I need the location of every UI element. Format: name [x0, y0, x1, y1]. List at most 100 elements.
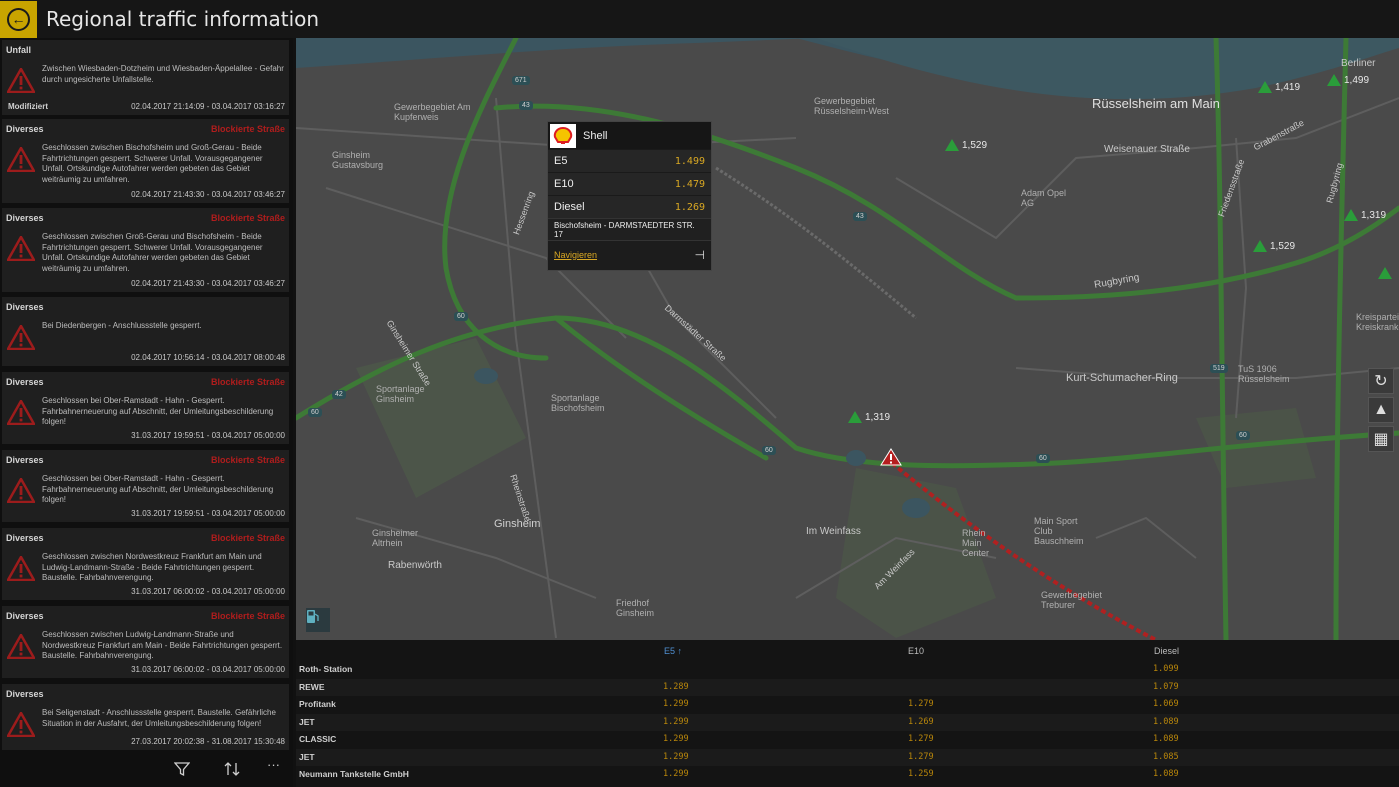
fuel-station-icon: [1378, 267, 1392, 279]
warning-icon: [7, 556, 35, 581]
fuel-station-icon: [1344, 209, 1358, 221]
incident-card[interactable]: Diverses Bei Seligenstadt - Anschlussste…: [2, 684, 289, 750]
map-label-sportanlage-bischofsheim: Sportanlage Bischofsheim: [551, 393, 605, 413]
incident-card[interactable]: Diverses Blockierte Straße Geschlossen z…: [2, 208, 289, 292]
price-e10: 1.269: [908, 716, 934, 727]
fuel-price-marker[interactable]: 1,529: [1253, 240, 1295, 252]
north-button[interactable]: ▲: [1368, 397, 1394, 423]
fuel-price-marker[interactable]: 1,419: [1258, 81, 1300, 93]
incident-description: Geschlossen zwischen Ludwig-Landmann-Str…: [42, 630, 283, 660]
station-popup[interactable]: Shell E5 1.499 E10 1.479 Diesel 1.269 Bisch…: [547, 121, 712, 271]
map-label-adam-opel: Adam Opel AG: [1021, 188, 1067, 208]
layers-button[interactable]: ▦: [1368, 426, 1394, 452]
fuel-price: 1.499: [674, 155, 705, 167]
price-e5: 1.299: [663, 751, 689, 762]
map-label-gewerbe-top: Gewerbegebiet Am Kupferweis: [394, 102, 471, 122]
fuel-station-icon: [1258, 81, 1272, 93]
price-e5: 1.299: [663, 699, 689, 709]
fuel-price: 1,319: [1361, 209, 1387, 221]
refresh-button[interactable]: ↻: [1368, 368, 1394, 394]
incident-category: Diverses: [6, 533, 44, 543]
incident-list[interactable]: Unfall Zwischen Wiesbaden-Dotzheim und W…: [0, 38, 293, 787]
popup-footer: Navigieren ⊣: [548, 240, 711, 268]
incident-category: Diverses: [6, 455, 44, 465]
popup-price-row: Diesel 1.269: [548, 195, 711, 218]
incident-category: Diverses: [6, 124, 44, 134]
refresh-icon: ↻: [1374, 373, 1388, 390]
table-row[interactable]: Roth- Station 1.099: [296, 661, 1399, 679]
price-diesel: 1.069: [1153, 699, 1179, 709]
incident-card[interactable]: Unfall Zwischen Wiesbaden-Dotzheim und W…: [2, 40, 289, 115]
incident-time: 27.03.2017 20:02:38 - 31.08.2017 15:30:4…: [131, 737, 285, 746]
map-label-tus: TuS 1906 Rüsselsheim: [1238, 364, 1290, 384]
price-diesel: 1.079: [1153, 681, 1179, 692]
incident-card[interactable]: Diverses Blockierte Straße Geschlossen b…: [2, 372, 289, 444]
navigate-link[interactable]: Navigieren: [554, 250, 597, 260]
fuel-price-marker[interactable]: 1,319: [848, 411, 890, 423]
fuel-price: 1.269: [674, 201, 705, 213]
map-label-altrhein: Ginsheimer Altrhein: [372, 528, 419, 548]
table-row[interactable]: JET 1.299 1.279 1.085: [296, 748, 1399, 766]
incident-time: 02.04.2017 10:56:14 - 03.04.2017 08:00:4…: [131, 353, 285, 362]
price-diesel: 1.099: [1153, 664, 1179, 674]
map-canvas: [296, 38, 1399, 640]
fuel-station-icon: [307, 610, 319, 623]
page-title: Regional traffic information: [46, 7, 320, 31]
table-row[interactable]: Neumann Tankstelle GmbH 1.299 1.259 1.08…: [296, 766, 1399, 784]
fuel-price: 1,319: [865, 411, 891, 423]
fuel-toggle-button[interactable]: [306, 608, 330, 632]
incident-status: Blockierte Straße: [210, 455, 285, 465]
filter-icon[interactable]: [174, 761, 190, 777]
incident-modified: Modifiziert: [8, 102, 48, 111]
table-row[interactable]: REWE 1.289 1.079: [296, 678, 1399, 696]
warning-icon: [7, 325, 35, 350]
warning-icon: [7, 712, 35, 737]
incident-marker-icon[interactable]: [880, 448, 902, 466]
warning-icon: [7, 236, 35, 261]
incident-status: Blockierte Straße: [210, 611, 285, 621]
map-label-sportanlage-ginsheim: Sportanlage Ginsheim: [376, 384, 425, 404]
map-label-kreis: Kreisparteisamt Kreiskrankenhaus: [1356, 312, 1399, 332]
fuel-price-marker[interactable]: 1,319: [1344, 209, 1386, 221]
popup-address: Bischofsheim - DARMSTAEDTER STR. 17: [548, 218, 711, 240]
price-e5: 1.299: [663, 769, 689, 779]
column-header-e5[interactable]: E5 ↑: [664, 646, 682, 656]
map-label-main-sport: Main Sport Club Bauschheim: [1034, 516, 1084, 546]
warning-icon: [7, 68, 35, 93]
incident-category: Diverses: [6, 689, 44, 699]
route-shield: 43: [853, 212, 867, 221]
incident-status: Blockierte Straße: [210, 124, 285, 134]
sort-icon[interactable]: [224, 761, 240, 777]
incident-card[interactable]: Diverses Blockierte Straße Geschlossen z…: [2, 528, 289, 600]
route-shield: 43: [519, 101, 533, 110]
column-header-e10[interactable]: E10: [908, 646, 924, 656]
fuel-price-marker[interactable]: 1,529: [945, 139, 987, 151]
incident-card[interactable]: Diverses Blockierte Straße Geschlossen z…: [2, 119, 289, 203]
fuel-price-marker[interactable]: 1,499: [1327, 74, 1369, 86]
incident-status: Blockierte Straße: [210, 213, 285, 223]
popup-price-row: E10 1.479: [548, 172, 711, 195]
route-shield: 60: [1036, 454, 1050, 463]
fuel-price-marker[interactable]: [1378, 267, 1392, 279]
back-button[interactable]: ←: [0, 0, 37, 38]
incident-description: Bei Seligenstadt - Anschlussstelle gespe…: [42, 708, 276, 728]
incident-card[interactable]: Diverses Bei Diedenbergen - Anschlussste…: [2, 297, 289, 366]
incident-description: Geschlossen zwischen Bischofsheim und Gr…: [42, 143, 263, 184]
warning-icon: [7, 478, 35, 503]
incident-category: Diverses: [6, 377, 44, 387]
incident-card[interactable]: Diverses Blockierte Straße Geschlossen z…: [2, 606, 289, 678]
incident-card[interactable]: Diverses Blockierte Straße Geschlossen b…: [2, 450, 289, 522]
map-view[interactable]: Rüsselsheim am Main Ginsheim Rabenwörth …: [296, 38, 1399, 640]
map-label-rabenwoerth: Rabenwörth: [388, 560, 442, 571]
table-row[interactable]: CLASSIC 1.299 1.279 1.089: [296, 731, 1399, 749]
map-label-friedhof: Friedhof Ginsheim: [616, 598, 655, 618]
table-row[interactable]: JET 1.299 1.269 1.089: [296, 713, 1399, 731]
column-header-diesel[interactable]: Diesel: [1154, 646, 1179, 656]
incident-description: Geschlossen zwischen Nordwestkreuz Frank…: [42, 552, 262, 582]
table-row[interactable]: Profitank 1.299 1.279 1.069: [296, 696, 1399, 714]
map-label-gewerbe-west: Gewerbegebiet Rüsselsheim-West: [814, 96, 889, 116]
incident-description: Bei Diedenbergen - Anschlussstelle gespe…: [42, 321, 202, 330]
popup-brand: Shell: [583, 129, 608, 142]
more-options-button[interactable]: ···: [267, 757, 280, 773]
pin-icon[interactable]: ⊣: [695, 248, 705, 262]
